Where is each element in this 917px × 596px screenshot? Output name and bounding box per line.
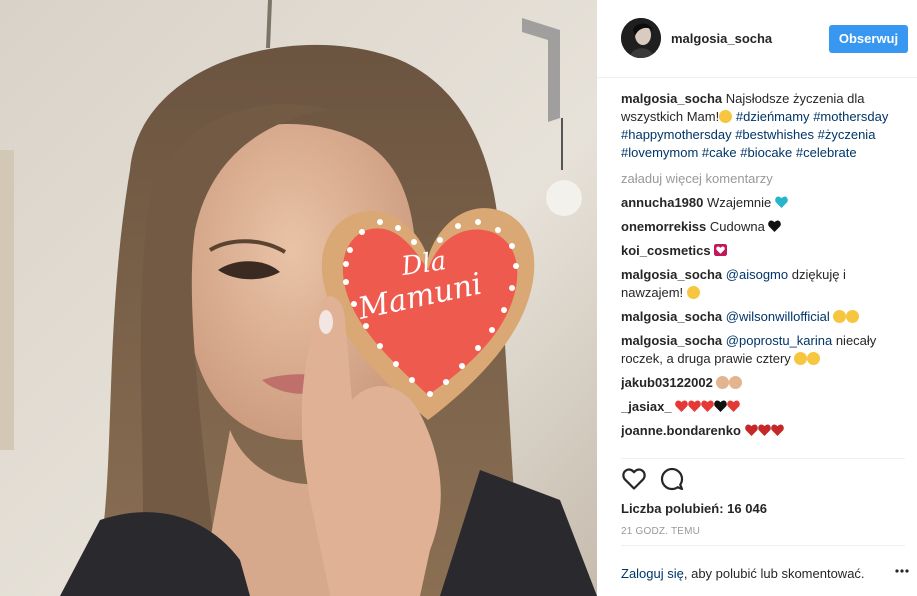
login-link[interactable]: Zaloguj się (621, 566, 684, 581)
comment: jakub03122002 (621, 374, 901, 392)
hashtag[interactable]: #mothersday (813, 109, 888, 124)
clapping-hands-icon (716, 376, 730, 389)
comment-username[interactable]: jakub03122002 (621, 375, 713, 390)
hashtag[interactable]: #biocake (740, 145, 792, 160)
hashtag[interactable]: #życzenia (818, 127, 876, 142)
post-caption: malgosia_socha Najsłodsze życzenia dla w… (621, 90, 901, 162)
comment: malgosia_socha @wilsonwillofficial (621, 308, 901, 326)
black-heart-icon (714, 400, 728, 412)
avatar-image (621, 18, 661, 58)
smiling-face-icon (794, 352, 808, 365)
avatar[interactable] (621, 18, 661, 58)
two-hearts-icon (688, 400, 702, 412)
hashtag[interactable]: #happymothersday (621, 127, 732, 142)
two-hearts-icon (675, 400, 689, 412)
post-photo: Dla Mamuni (0, 0, 597, 596)
post-sidebar: malgosia_socha Obserwuj malgosia_socha N… (597, 0, 917, 596)
comment-username[interactable]: malgosia_socha (621, 333, 722, 348)
comment-username[interactable]: annucha1980 (621, 195, 703, 210)
comment-mention[interactable]: @aisogmo (726, 267, 788, 282)
divider (621, 458, 905, 459)
follow-button[interactable]: Obserwuj (829, 25, 908, 53)
clapping-hands-icon (729, 376, 743, 389)
login-prompt-text: , aby polubić lub skomentować. (683, 566, 865, 581)
black-heart-icon (768, 220, 782, 232)
comment-username[interactable]: _jasiax_ (621, 399, 672, 414)
divider (621, 545, 905, 546)
astonished-face-icon (846, 310, 860, 323)
comment-mention[interactable]: @poprostu_karina (726, 333, 832, 348)
two-hearts-icon (701, 400, 715, 412)
heart-decoration-icon (714, 244, 728, 256)
blue-heart-icon (775, 196, 788, 208)
hashtag[interactable]: #lovemymom (621, 145, 698, 160)
hashtag[interactable]: #celebrate (796, 145, 857, 160)
comment-username[interactable]: malgosia_socha (621, 267, 722, 282)
comment: koi_cosmetics (621, 242, 901, 260)
red-heart-icon (770, 424, 784, 436)
comment-username[interactable]: onemorrekiss (621, 219, 706, 234)
hashtag[interactable]: #dzieńmamy (736, 109, 810, 124)
caption-username[interactable]: malgosia_socha (621, 91, 722, 106)
astonished-face-icon (833, 310, 847, 323)
comment-username[interactable]: malgosia_socha (621, 309, 722, 324)
hashtag[interactable]: #cake (702, 145, 737, 160)
comment: malgosia_socha @aisogmo dziękuję i nawza… (621, 266, 901, 302)
post-timestamp: 21 GODZ. TEMU (621, 526, 701, 537)
hashtag[interactable]: #bestwhishes (735, 127, 814, 142)
login-prompt: Zaloguj się, aby polubić lub skomentować… (621, 566, 907, 581)
ellipsis-icon[interactable] (895, 564, 909, 578)
comment-mention[interactable]: @wilsonwillofficial (726, 309, 830, 324)
smiling-face-icon (807, 352, 821, 365)
speech-bubble-icon[interactable] (659, 466, 685, 492)
comment: joanne.bondarenko (621, 422, 901, 440)
comments-list: malgosia_socha Najsłodsze życzenia dla w… (621, 90, 901, 458)
comment-text: Cudowna (706, 219, 769, 234)
post-header: malgosia_socha Obserwuj (597, 0, 917, 78)
comment: annucha1980 Wzajemnie (621, 194, 901, 212)
comment: malgosia_socha @poprostu_karina niecały … (621, 332, 901, 368)
heart-eyes-emoji-icon (719, 110, 733, 123)
astonished-face-icon (686, 286, 700, 299)
comment-text: Wzajemnie (703, 195, 775, 210)
photo-illustration: Dla Mamuni (0, 0, 597, 596)
post-author-username[interactable]: malgosia_socha (671, 31, 772, 46)
load-more-comments-link[interactable]: załaduj więcej komentarzy (621, 170, 901, 188)
likes-count[interactable]: Liczba polubień: 16 046 (621, 501, 767, 516)
comment: onemorrekiss Cudowna (621, 218, 901, 236)
heart-outline-icon[interactable] (621, 466, 647, 492)
comment-username[interactable]: koi_cosmetics (621, 243, 711, 258)
red-heart-icon (744, 424, 758, 436)
comment: _jasiax_ (621, 398, 901, 416)
red-heart-icon (757, 424, 771, 436)
comment-username[interactable]: joanne.bondarenko (621, 423, 741, 438)
two-hearts-icon (727, 400, 741, 412)
